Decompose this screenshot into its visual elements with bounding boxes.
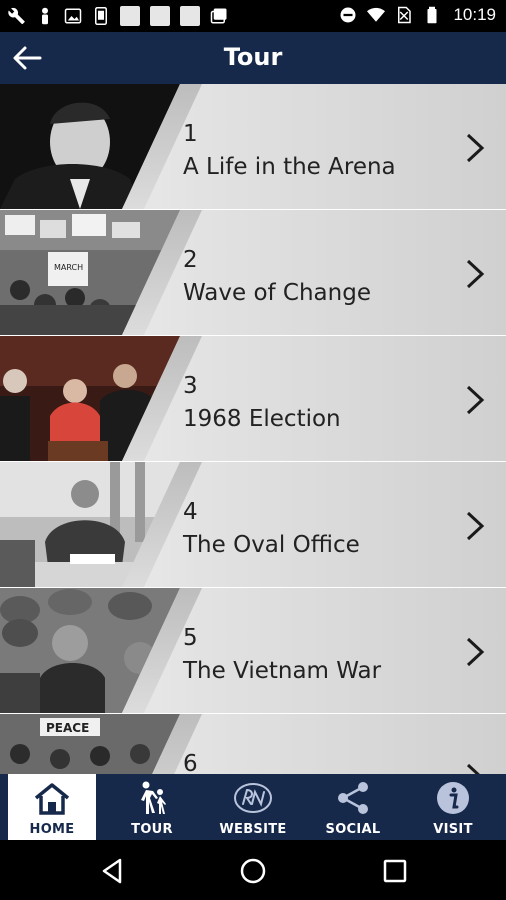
peace-sign-text: PEACE — [46, 721, 89, 735]
tab-label: WEBSITE — [219, 822, 287, 837]
chevron-right-icon — [466, 385, 485, 415]
tour-item-title: 1968 Election — [183, 406, 341, 432]
tour-item-title: The Vietnam War — [183, 658, 382, 684]
tour-item[interactable]: 5 The Vietnam War — [0, 588, 506, 714]
tour-item-number: 5 — [183, 625, 198, 651]
home-icon — [34, 783, 70, 815]
wrench-icon — [8, 7, 25, 25]
do-not-disturb-icon — [340, 7, 356, 23]
wifi-icon — [367, 7, 386, 22]
tour-item[interactable]: MARCH 2 Wave of Change — [0, 210, 506, 336]
tab-label: TOUR — [131, 822, 173, 837]
tab-home[interactable]: HOME — [8, 774, 96, 840]
tour-item[interactable]: PEACE 6 — [0, 714, 506, 774]
chevron-right-icon — [466, 259, 485, 289]
square-icon — [180, 6, 200, 26]
tab-tour[interactable]: TOUR — [111, 774, 193, 840]
status-time: 10:19 — [453, 5, 496, 24]
recents-square-icon[interactable] — [380, 856, 410, 886]
square-icon — [120, 6, 140, 26]
tab-visit[interactable]: VISIT — [412, 774, 494, 840]
tab-label: SOCIAL — [325, 822, 381, 837]
tab-website[interactable]: WEBSITE — [212, 774, 294, 840]
tour-item[interactable]: 1 A Life in the Arena — [0, 84, 506, 210]
tab-social[interactable]: SOCIAL — [312, 774, 394, 840]
tour-item[interactable]: 4 The Oval Office — [0, 462, 506, 588]
tour-item-number: 4 — [183, 499, 198, 525]
tour-item-number: 6 — [183, 751, 198, 774]
tab-label: HOME — [29, 822, 75, 837]
battery-icon — [427, 6, 437, 24]
chevron-right-icon — [466, 763, 480, 774]
walking-people-icon — [141, 781, 166, 814]
no-sim-icon — [398, 6, 412, 24]
march-sign-text: MARCH — [54, 263, 83, 272]
person-icon — [42, 7, 48, 25]
tour-item-number: 1 — [183, 121, 198, 147]
share-icon — [338, 782, 368, 814]
status-bar: 10:19 — [0, 0, 506, 32]
phone-icon — [95, 7, 107, 25]
page-title: Tour — [223, 43, 283, 71]
tour-item-title: The Oval Office — [183, 532, 360, 558]
home-circle-icon[interactable] — [238, 856, 268, 886]
bottom-tab-bar: HOME TOUR WEBSITE SOCIAL VISIT — [0, 774, 506, 840]
tour-list: 1 A Life in the Arena MARCH 2 Wave of Ch… — [0, 84, 506, 774]
rn-logo-icon — [234, 783, 272, 813]
photos-icon — [210, 8, 227, 24]
square-icon — [150, 6, 170, 26]
tour-item[interactable]: 3 1968 Election — [0, 336, 506, 462]
chevron-right-icon — [466, 637, 485, 667]
info-icon — [437, 782, 469, 814]
image-icon — [64, 8, 82, 24]
system-nav-bar — [0, 840, 506, 900]
tour-item-title: Wave of Change — [183, 280, 371, 306]
tour-item-number: 2 — [183, 247, 198, 273]
chevron-right-icon — [466, 511, 485, 541]
tour-photo-peace: PEACE — [0, 714, 180, 774]
tab-label: VISIT — [433, 822, 473, 837]
chevron-right-icon — [466, 133, 485, 163]
app-header: Tour — [0, 32, 506, 84]
tour-item-number: 3 — [183, 373, 198, 399]
tour-item-title: A Life in the Arena — [183, 154, 396, 180]
back-triangle-icon[interactable] — [98, 856, 128, 886]
